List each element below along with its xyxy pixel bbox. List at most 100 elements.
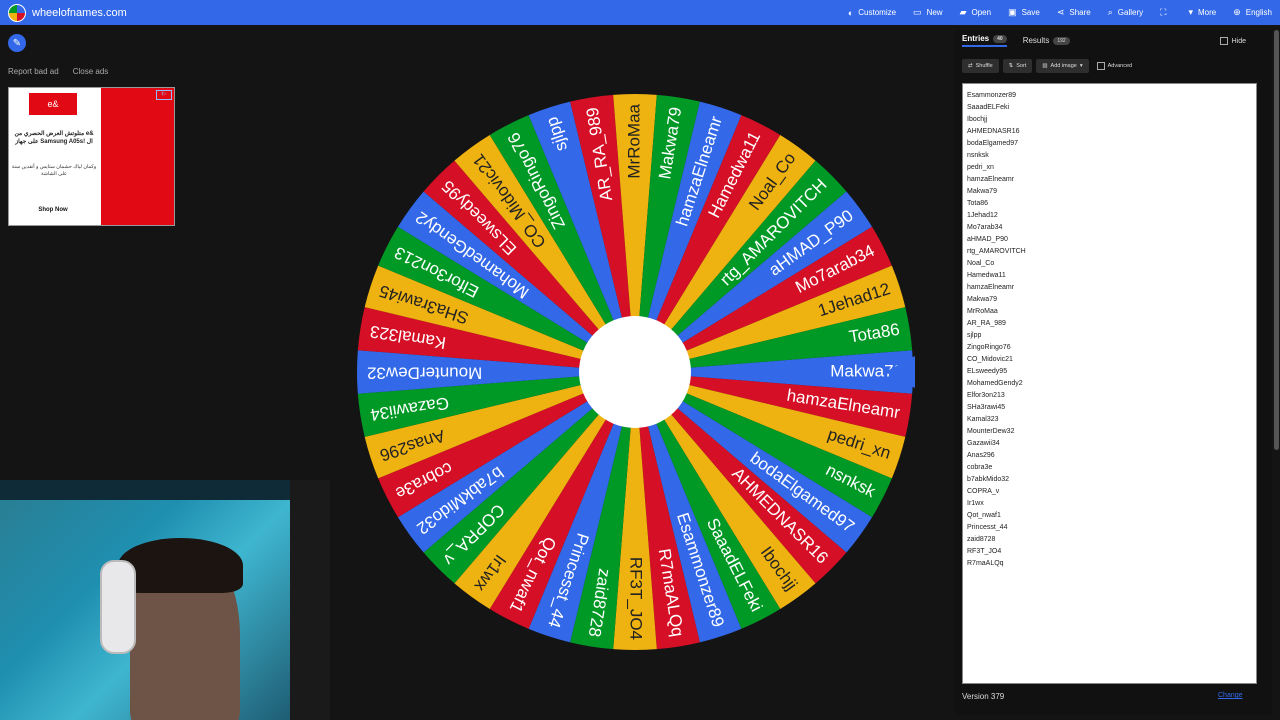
brand[interactable]: wheelofnames.com	[8, 3, 127, 22]
entry-line: bodaElgamed97	[967, 140, 1018, 147]
entry-line: b7abkMido32	[967, 476, 1010, 483]
entry-line: MohamedGendy2	[967, 380, 1023, 387]
advertisement[interactable]: e& متلوتش العرض الحصري من e& على جهاز Sa…	[8, 87, 175, 226]
results-count-badge: 192	[1053, 36, 1070, 45]
wheel-logo-icon	[8, 3, 26, 22]
entry-line: Princesst_44	[967, 524, 1008, 531]
entry-line: 1Jehad12	[967, 212, 998, 219]
panel-tabs: Entries 40 Results 192	[962, 34, 1070, 47]
tab-entries[interactable]: Entries 40	[962, 34, 1007, 47]
changelog-link[interactable]: Change	[1218, 692, 1243, 699]
ad-headline: متلوتش العرض الحصري من e& على جهاز Samsu…	[14, 131, 94, 145]
menu-item-new[interactable]: ▭ New	[913, 7, 943, 18]
version-label: Version 379	[962, 692, 1005, 701]
site-name: wheelofnames.com	[32, 6, 127, 19]
top-menu: ◐ Customize ▭ New ▰ Open ▣ Save ⋖ Share ⌕ Gallery ⛶ ▾…	[831, 7, 1272, 18]
wheel-center-button[interactable]	[579, 316, 691, 428]
entry-line: ZingoRingo76	[967, 344, 1011, 351]
entry-line: Ibochjj	[967, 116, 988, 123]
hide-toggle[interactable]: Hide	[1219, 37, 1246, 45]
menu-item-save[interactable]: ▣ Save	[1008, 7, 1040, 18]
entry-line: sjlpp	[967, 332, 982, 339]
add-image-label: Add image	[1050, 63, 1077, 69]
entry-line: hamzaElneamr	[967, 284, 1015, 291]
entry-line: Ir1wx	[967, 500, 984, 507]
edit-pencil-icon[interactable]: ✎	[8, 34, 26, 52]
menu-item-gallery[interactable]: ⌕ Gallery	[1108, 7, 1143, 18]
menu-item-customize[interactable]: ◐ Customize	[848, 8, 896, 18]
name-wheel[interactable]: Makwa79hamzaElneamrpedri_xnnsnkskbodaElg…	[355, 92, 915, 652]
webcam-overlay	[0, 480, 330, 720]
save-icon: ▣	[1008, 7, 1017, 17]
advanced-checkbox[interactable]	[1096, 62, 1105, 70]
advanced-toggle[interactable]: Advanced	[1096, 62, 1133, 70]
wheel-segment-label: MrRoMaa	[624, 103, 643, 178]
advanced-label: Advanced	[1107, 63, 1133, 69]
sort-button[interactable]: ⇅ Sort	[1002, 59, 1033, 73]
menu-item-label: Open	[971, 8, 992, 17]
entry-line: Makwa79	[967, 296, 997, 303]
search-icon: ⌕	[1107, 7, 1113, 17]
hide-checkbox[interactable]	[1219, 37, 1228, 45]
entry-line: Kamal323	[967, 416, 999, 423]
entries-list: Esammonzer89 SaaadELFeki Ibochjj AHMEDNASR1…	[967, 90, 1026, 570]
entry-line: AHMEDNASR16	[967, 128, 1020, 135]
entry-line: pedri_xn	[967, 164, 994, 171]
entry-line: Qot_nwaf1	[967, 512, 1001, 519]
entry-line: nsnksk	[967, 152, 989, 159]
headphones	[100, 560, 136, 654]
wheel-segment-label: MounterDew32	[367, 364, 482, 383]
entry-line: COPRA_v	[967, 488, 1000, 495]
entry-line: SaaadELFeki	[967, 104, 1010, 111]
wheel-segment-label: RF3T_JO4	[627, 557, 646, 640]
webcam-edge	[290, 480, 330, 720]
entry-line: Noal_Co	[967, 260, 995, 267]
entry-line: Hamedwa11	[967, 272, 1006, 279]
menu-item-label: English	[1245, 8, 1272, 17]
ad-image	[101, 88, 174, 225]
menu-item-share[interactable]: ⋖ Share	[1057, 7, 1091, 18]
entry-line: CO_Midovic21	[967, 356, 1013, 363]
shuffle-button[interactable]: ⇄ Shuffle	[962, 59, 999, 73]
chevron-down-icon: ▾	[1188, 7, 1193, 17]
entry-line: RF3T_JO4	[967, 548, 1002, 555]
menu-item-open[interactable]: ▰ Open	[960, 7, 992, 18]
sort-label: Sort	[1016, 63, 1027, 69]
shuffle-label: Shuffle	[975, 63, 993, 69]
entry-line: aHMAD_P90	[967, 236, 1008, 243]
streamer-hair	[118, 538, 243, 593]
entry-line: MounterDew32	[967, 428, 1015, 435]
ad-subtext: وكمان لياك حشمان ستايس و أتقدين سنة على …	[11, 164, 97, 177]
menu-item-english[interactable]: ⊕ English	[1233, 7, 1272, 18]
page-scrollbar[interactable]	[1274, 30, 1279, 450]
entry-line: Anas296	[967, 452, 995, 459]
menu-item-label: Gallery	[1117, 8, 1144, 17]
entries-toolbar: ⇄ Shuffle ⇅ Sort ▨ Add image ▾ Advanced	[962, 59, 1132, 73]
entry-line: Makwa79	[967, 188, 997, 195]
webcam-background-shelf	[0, 480, 330, 500]
tab-results[interactable]: Results 192	[1023, 34, 1070, 47]
top-navbar: wheelofnames.com ◐ Customize ▭ New ▰ Open ▣ Sav…	[0, 0, 1280, 25]
add-image-button[interactable]: ▨ Add image ▾	[1036, 59, 1089, 73]
menu-item-label: Customize	[858, 8, 897, 17]
tab-entries-label: Entries	[962, 34, 990, 43]
new-file-icon: ▭	[913, 7, 922, 17]
ad-info-icon[interactable]: i▷	[156, 90, 172, 100]
chevron-down-icon: ▾	[1079, 63, 1083, 69]
entries-textarea[interactable]: Esammonzer89 SaaadELFeki Ibochjj AHMEDNASR1…	[962, 83, 1257, 684]
ad-brand-logo: e&	[29, 93, 77, 115]
menu-item-more[interactable]: ▾ More	[1188, 7, 1216, 18]
entry-line: Esammonzer89	[967, 92, 1017, 99]
palette-icon: ◐	[847, 7, 854, 18]
folder-icon: ▰	[959, 7, 967, 17]
ad-shop-now-button[interactable]: Shop Now	[21, 207, 85, 213]
menu-item-label: Save	[1021, 8, 1040, 17]
menu-item-fullscreen[interactable]: ⛶	[1160, 7, 1171, 18]
entry-line: AR_RA_989	[967, 320, 1006, 327]
fullscreen-icon: ⛶	[1160, 7, 1167, 17]
close-ads-link[interactable]: Close ads	[73, 67, 109, 76]
entry-line: Mo7arab34	[967, 224, 1003, 231]
wheel-container[interactable]: Makwa79 hamzaElneamr pedri_xn nsnksk bodaElg…	[355, 92, 915, 652]
menu-item-label: New	[926, 8, 943, 17]
report-bad-ad-link[interactable]: Report bad ad	[8, 67, 59, 76]
